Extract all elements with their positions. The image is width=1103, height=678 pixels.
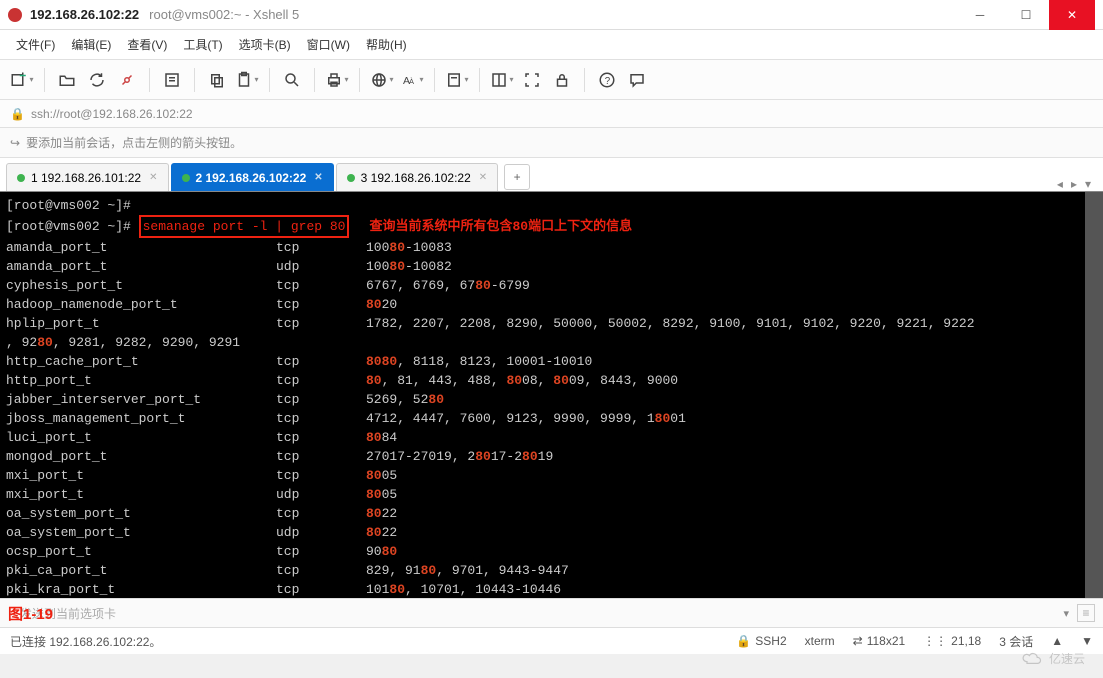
menu-file[interactable]: 文件(F) bbox=[10, 32, 61, 57]
status-proto: 🔒 SSH2 bbox=[736, 634, 786, 648]
properties-icon[interactable] bbox=[158, 66, 186, 94]
menu-tools[interactable]: 工具(T) bbox=[177, 32, 228, 57]
title-host: 192.168.26.102:22 bbox=[30, 7, 139, 22]
tab-label: 1 192.168.26.101:22 bbox=[31, 171, 141, 185]
fullscreen-icon[interactable] bbox=[518, 66, 546, 94]
status-dot-icon bbox=[17, 174, 25, 182]
status-connection: 已连接 192.168.26.102:22。 bbox=[10, 633, 161, 650]
tab-prev-icon[interactable]: ◂ bbox=[1057, 177, 1063, 191]
address-text: ssh://root@192.168.26.102:22 bbox=[31, 107, 193, 121]
svg-text:À: À bbox=[409, 76, 414, 85]
status-dot-icon bbox=[182, 174, 190, 182]
tab-next-icon[interactable]: ▸ bbox=[1071, 177, 1077, 191]
search-icon[interactable] bbox=[278, 66, 306, 94]
tab-bar: 1 192.168.26.101:22 ✕ 2 192.168.26.102:2… bbox=[0, 158, 1103, 192]
terminal[interactable]: [root@vms002 ~]#[root@vms002 ~]# semanag… bbox=[0, 192, 1103, 598]
hint-arrow-icon[interactable]: ↪ bbox=[10, 136, 20, 150]
figure-label: 图1-19 bbox=[8, 603, 53, 624]
layout-icon[interactable]: ▾ bbox=[488, 66, 516, 94]
open-icon[interactable] bbox=[53, 66, 81, 94]
watermark: 亿速云 bbox=[1021, 644, 1091, 672]
globe-icon[interactable]: ▾ bbox=[368, 66, 396, 94]
menu-window[interactable]: 窗口(W) bbox=[301, 32, 356, 57]
minimize-button[interactable]: ─ bbox=[957, 0, 1003, 30]
new-session-icon[interactable]: ▾ bbox=[8, 66, 36, 94]
close-button[interactable]: ✕ bbox=[1049, 0, 1095, 30]
tab-label: 3 192.168.26.102:22 bbox=[361, 171, 471, 185]
lock-icon[interactable] bbox=[548, 66, 576, 94]
tab-menu-icon[interactable]: ▾ bbox=[1085, 177, 1091, 191]
hint-text: 要添加当前会话，点击左侧的箭头按钮。 bbox=[26, 134, 242, 151]
title-rest: root@vms002:~ - Xshell 5 bbox=[149, 7, 299, 22]
encoding-icon[interactable]: AÀ▾ bbox=[398, 66, 426, 94]
paste-icon[interactable]: ▾ bbox=[233, 66, 261, 94]
svg-text:?: ? bbox=[605, 75, 611, 86]
tab-close-icon[interactable]: ✕ bbox=[149, 172, 157, 183]
tab-nav: ◂ ▸ ▾ bbox=[1057, 177, 1097, 191]
status-bar: 已连接 192.168.26.102:22。 🔒 SSH2 xterm ⇄ 11… bbox=[0, 628, 1103, 654]
reconnect-icon[interactable] bbox=[83, 66, 111, 94]
input-dropdown-icon[interactable]: ▾ bbox=[1063, 607, 1069, 620]
new-tab-button[interactable]: + bbox=[504, 164, 530, 190]
toolbar: ▾ ▾ ▾ ▾ AÀ▾ ▾ ▾ ? bbox=[0, 60, 1103, 100]
script-icon[interactable]: ▾ bbox=[443, 66, 471, 94]
show-panel-button[interactable]: ≡ bbox=[1077, 604, 1095, 622]
menu-edit[interactable]: 编辑(E) bbox=[65, 32, 117, 57]
print-icon[interactable]: ▾ bbox=[323, 66, 351, 94]
status-term: xterm bbox=[805, 634, 835, 648]
address-bar[interactable]: 🔒 ssh://root@192.168.26.102:22 bbox=[0, 100, 1103, 128]
tab-close-icon[interactable]: ✕ bbox=[314, 172, 322, 183]
lock-small-icon: 🔒 bbox=[10, 107, 25, 121]
app-icon bbox=[8, 8, 22, 22]
hint-bar: ↪ 要添加当前会话，点击左侧的箭头按钮。 bbox=[0, 128, 1103, 158]
window-buttons: ─ ☐ ✕ bbox=[957, 0, 1095, 30]
maximize-button[interactable]: ☐ bbox=[1003, 0, 1049, 30]
feedback-icon[interactable] bbox=[623, 66, 651, 94]
status-dot-icon bbox=[347, 174, 355, 182]
disconnect-icon[interactable] bbox=[113, 66, 141, 94]
menu-tabs[interactable]: 选项卡(B) bbox=[233, 32, 297, 57]
terminal-scrollbar[interactable] bbox=[1085, 192, 1103, 598]
menu-help[interactable]: 帮助(H) bbox=[360, 32, 413, 57]
session-tab-2[interactable]: 2 192.168.26.102:22 ✕ bbox=[171, 163, 334, 191]
tab-label: 2 192.168.26.102:22 bbox=[196, 171, 307, 185]
titlebar: 192.168.26.102:22 root@vms002:~ - Xshell… bbox=[0, 0, 1103, 30]
help-icon[interactable]: ? bbox=[593, 66, 621, 94]
menu-view[interactable]: 查看(V) bbox=[121, 32, 173, 57]
session-tab-3[interactable]: 3 192.168.26.102:22 ✕ bbox=[336, 163, 499, 191]
session-tab-1[interactable]: 1 192.168.26.101:22 ✕ bbox=[6, 163, 169, 191]
status-size: ⇄ 118x21 bbox=[853, 634, 906, 648]
menubar: 文件(F) 编辑(E) 查看(V) 工具(T) 选项卡(B) 窗口(W) 帮助(… bbox=[0, 30, 1103, 60]
command-input-bar: 图1-19 发送到当前选项卡 ▾ ≡ bbox=[0, 598, 1103, 628]
copy-icon[interactable] bbox=[203, 66, 231, 94]
command-input[interactable]: 发送到当前选项卡 bbox=[20, 605, 1063, 622]
tab-close-icon[interactable]: ✕ bbox=[479, 172, 487, 183]
status-pos: ⋮⋮ 21,18 bbox=[923, 634, 981, 648]
